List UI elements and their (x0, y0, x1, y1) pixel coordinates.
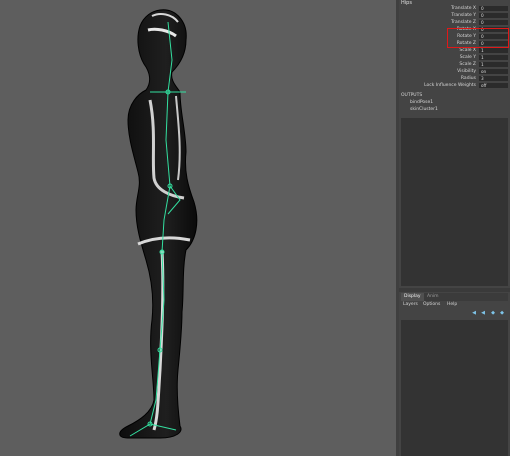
attr-label[interactable]: Translate Y (451, 13, 476, 18)
attr-value-field[interactable]: off (479, 83, 508, 88)
attr-value-field[interactable]: 0 (479, 6, 508, 11)
new-layer-icon[interactable]: ◆ (490, 310, 496, 316)
viewport-3d[interactable] (0, 0, 396, 456)
attr-value-field[interactable]: 0 (479, 20, 508, 25)
right-panel: Hips Translate X 0 Translate Y 0 Translate Z… (399, 0, 510, 456)
output-node[interactable]: skinCluster1 (410, 107, 438, 112)
attr-label[interactable]: Scale Z (459, 62, 476, 67)
attr-label[interactable]: Scale X (459, 48, 476, 53)
output-node[interactable]: bindPose1 (410, 100, 433, 105)
new-layer-from-selected-icon[interactable]: ◆ (499, 310, 505, 316)
channel-box-empty-area (401, 118, 508, 286)
move-layer-up-icon[interactable]: ◀ (471, 310, 477, 316)
attr-value-field[interactable]: 1 (479, 62, 508, 67)
layer-list-area (401, 320, 508, 456)
attr-value-field[interactable]: 3 (479, 76, 508, 81)
tab-display[interactable]: Display (401, 293, 424, 301)
attr-value-field[interactable]: 1 (479, 48, 508, 53)
pane-divider[interactable] (399, 288, 510, 292)
move-layer-down-icon[interactable]: ◀ (480, 310, 486, 316)
menu-options[interactable]: Options (423, 301, 440, 309)
attr-value-field[interactable]: 1 (479, 55, 508, 60)
channel-box: Hips Translate X 0 Translate Y 0 Translate Z… (399, 0, 510, 118)
layer-editor-menu: Layers Options Help (401, 301, 508, 309)
layer-editor-toolbar: ◀ ◀ ◆ ◆ (401, 309, 508, 318)
attr-value-field[interactable]: on (479, 69, 508, 74)
attr-label[interactable]: Lock Influence Weights (424, 83, 476, 88)
attr-label[interactable]: Visibility (457, 69, 476, 74)
attr-label[interactable]: Scale Y (460, 55, 476, 60)
menu-help[interactable]: Help (447, 301, 457, 309)
selected-object-name: Hips (401, 0, 412, 6)
outputs-label: OUTPUTS (401, 93, 423, 98)
character-model[interactable] (0, 0, 396, 456)
tab-anim[interactable]: Anim (424, 293, 442, 301)
rotate-highlight-box (447, 28, 509, 48)
attr-label[interactable]: Translate Z (451, 20, 476, 25)
attr-label[interactable]: Translate X (451, 6, 476, 11)
attr-value-field[interactable]: 0 (479, 13, 508, 18)
layer-editor-tabs: Display Anim (401, 293, 508, 301)
menu-layers[interactable]: Layers (403, 301, 418, 309)
attr-label[interactable]: Radius (461, 76, 476, 81)
